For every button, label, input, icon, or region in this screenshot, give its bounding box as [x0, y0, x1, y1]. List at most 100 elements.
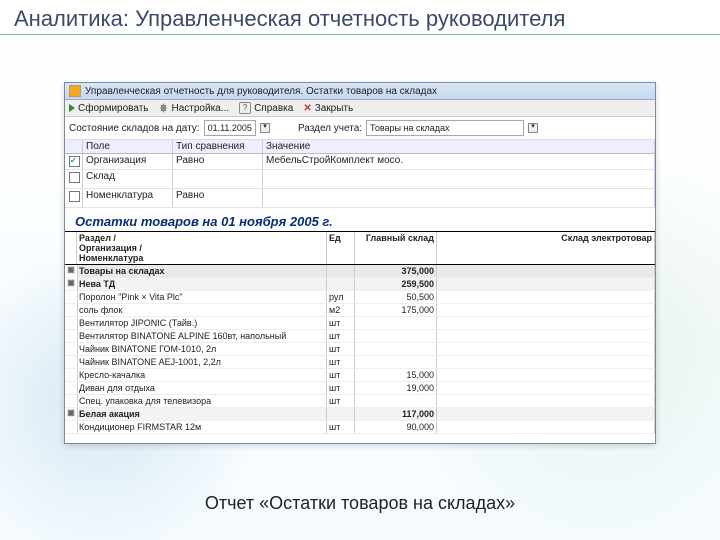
row-electro	[437, 278, 655, 290]
table-row: Кресло-качалкашт15,000	[65, 369, 655, 382]
report-col-name: Раздел / Организация / Номенклатура	[77, 232, 327, 264]
settings-button[interactable]: Настройка...	[159, 103, 230, 114]
row-unit: шт	[327, 382, 355, 394]
filter-cmp: Равно	[173, 189, 263, 207]
report-body: ▣Товары на складах375,000▣Нева ТД259,500…	[65, 265, 655, 434]
row-electro	[437, 343, 655, 355]
row-name: Диван для отдыха	[77, 382, 327, 394]
table-row: ▣Белая акация117,000	[65, 408, 655, 421]
filter-checkbox[interactable]	[69, 156, 80, 167]
row-name: Спец. упаковка для телевизора	[77, 395, 327, 407]
app-icon	[69, 85, 81, 97]
row-name: Кондиционер FIRMSTAR 12м	[77, 421, 327, 433]
row-main	[355, 317, 437, 329]
table-row: ▣Нева ТД259,500	[65, 278, 655, 291]
table-row: соль флокм2175,000	[65, 304, 655, 317]
close-icon: ✕	[303, 103, 311, 114]
help-button[interactable]: ? Справка	[239, 102, 293, 114]
row-main: 90,000	[355, 421, 437, 433]
filter-field: Организация	[83, 154, 173, 169]
filter-grid-body: ОрганизацияРавноМебельСтройКомплект мосо…	[65, 154, 655, 208]
row-electro	[437, 330, 655, 342]
report-col-electro: Склад электротовар	[437, 232, 655, 264]
row-main	[355, 356, 437, 368]
row-name: Вентилятор JIPONIC (Тайв.)	[77, 317, 327, 329]
row-main: 19,000	[355, 382, 437, 394]
report-col-unit: Ед	[327, 232, 355, 264]
filter-col-check	[65, 140, 83, 153]
filter-row[interactable]: НоменклатураРавно	[65, 189, 655, 208]
table-row: Диван для отдыхашт19,000	[65, 382, 655, 395]
row-electro	[437, 291, 655, 303]
table-row: ▣Товары на складах375,000	[65, 265, 655, 278]
filter-col-cmp: Тип сравнения	[173, 140, 263, 153]
run-label: Сформировать	[78, 103, 149, 114]
close-button[interactable]: ✕ Закрыть	[303, 103, 353, 114]
filter-val	[263, 189, 655, 207]
close-label: Закрыть	[315, 103, 354, 114]
filter-checkbox[interactable]	[69, 191, 80, 202]
filter-checkbox[interactable]	[69, 172, 80, 183]
row-unit: шт	[327, 330, 355, 342]
row-electro	[437, 265, 655, 277]
filter-cmp: Равно	[173, 154, 263, 169]
filter-val	[263, 170, 655, 188]
report-title: Остатки товаров на 01 ноября 2005 г.	[65, 208, 655, 231]
row-unit: шт	[327, 395, 355, 407]
date-input[interactable]: 01.11.2005	[204, 120, 256, 136]
slide-title: Аналитика: Управленческая отчетность рук…	[0, 0, 720, 35]
filter-field: Номенклатура	[83, 189, 173, 207]
row-name: Чайник BINATONE AEJ-1001, 2,2л	[77, 356, 327, 368]
row-name: Нева ТД	[77, 278, 327, 290]
row-main: 117,000	[355, 408, 437, 420]
row-main: 259,500	[355, 278, 437, 290]
section-label: Раздел учета:	[298, 123, 362, 134]
section-input[interactable]: Товары на складах	[366, 120, 524, 136]
row-electro	[437, 395, 655, 407]
row-name: Белая акация	[77, 408, 327, 420]
table-row: Кондиционер FIRMSTAR 12мшт90,000	[65, 421, 655, 434]
row-electro	[437, 408, 655, 420]
filter-row[interactable]: Склад	[65, 170, 655, 189]
table-row: Чайник BINATONE AEJ-1001, 2,2лшт	[65, 356, 655, 369]
report-col-tree	[65, 232, 77, 264]
row-unit: шт	[327, 421, 355, 433]
row-electro	[437, 304, 655, 316]
row-electro	[437, 356, 655, 368]
row-electro	[437, 382, 655, 394]
section-dropdown-icon[interactable]: ▾	[528, 123, 538, 133]
table-row: Вентилятор JIPONIC (Тайв.)шт	[65, 317, 655, 330]
date-dropdown-icon[interactable]: ▾	[260, 123, 270, 133]
row-unit: шт	[327, 369, 355, 381]
row-main: 375,000	[355, 265, 437, 277]
report-header: Раздел / Организация / Номенклатура Ед Г…	[65, 231, 655, 265]
row-main	[355, 343, 437, 355]
row-unit	[327, 265, 355, 277]
row-name: Чайник BINATONE ГОМ-1010, 2л	[77, 343, 327, 355]
row-electro	[437, 369, 655, 381]
row-main	[355, 330, 437, 342]
app-window: Управленческая отчетность для руководите…	[64, 82, 656, 444]
help-label: Справка	[254, 103, 293, 114]
row-unit: шт	[327, 343, 355, 355]
filter-field: Склад	[83, 170, 173, 188]
filter-cmp	[173, 170, 263, 188]
slide-caption: Отчет «Остатки товаров на складах»	[0, 493, 720, 514]
row-main: 175,000	[355, 304, 437, 316]
row-unit: шт	[327, 356, 355, 368]
table-row: Спец. упаковка для телевизорашт	[65, 395, 655, 408]
table-row: Вентилятор BINATONE ALPINE 160вт, наполь…	[65, 330, 655, 343]
row-name: Кресло-качалка	[77, 369, 327, 381]
filter-col-val: Значение	[263, 140, 655, 153]
row-main: 50,500	[355, 291, 437, 303]
row-unit	[327, 278, 355, 290]
row-unit: рул	[327, 291, 355, 303]
row-unit	[327, 408, 355, 420]
row-unit: м2	[327, 304, 355, 316]
run-button[interactable]: Сформировать	[69, 103, 149, 114]
row-name: Вентилятор BINATONE ALPINE 160вт, наполь…	[77, 330, 327, 342]
window-title: Управленческая отчетность для руководите…	[85, 86, 437, 97]
filter-bar: Состояние складов на дату: 01.11.2005 ▾ …	[65, 117, 655, 140]
row-unit: шт	[327, 317, 355, 329]
filter-row[interactable]: ОрганизацияРавноМебельСтройКомплект мосо…	[65, 154, 655, 170]
